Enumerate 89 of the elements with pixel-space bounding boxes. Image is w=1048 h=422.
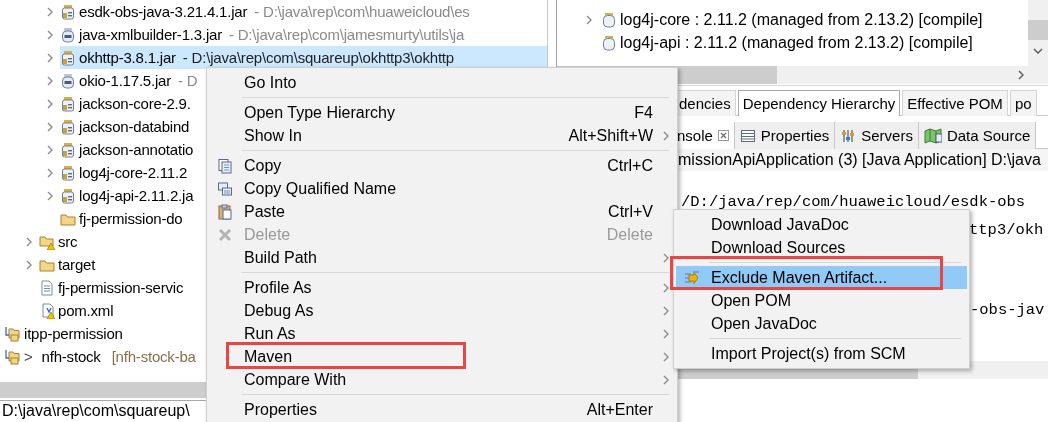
tree-item[interactable]: okhttp-3.8.1.jar - D:\java\rep\com\squareup\okhttp3\okhttp (60, 46, 547, 69)
tree-item[interactable]: jackson-databind (60, 115, 193, 138)
project-icon (5, 325, 21, 342)
tree-item[interactable]: log4j-api : 2.11.2 (managed from 2.13.2) [compile] (602, 32, 973, 53)
menu-item[interactable]: Open POM (676, 289, 967, 312)
sliders-icon (840, 127, 857, 144)
tree-item[interactable]: java-xmlbuilder-1.3.jar - D:\java\rep\com\jamesmurty\utils\ja (60, 23, 468, 46)
menu-item[interactable]: Compare With (209, 368, 675, 391)
delete-icon (217, 226, 233, 243)
menu-item[interactable]: Paste Ctrl+V (209, 200, 675, 223)
console-text: ttp3/okh (969, 221, 1044, 239)
chevron-icon[interactable] (662, 251, 670, 264)
map-icon (923, 127, 942, 144)
chevron-icon[interactable] (25, 235, 33, 248)
menu-item[interactable]: Maven (209, 345, 675, 368)
menu-item[interactable]: Import Project(s) from SCM (676, 342, 967, 365)
menu-item[interactable]: Show In Alt+Shift+W (209, 124, 675, 147)
tab[interactable]: po (1009, 90, 1037, 116)
tree-item[interactable]: pom.xml (39, 299, 117, 322)
chevron-icon[interactable] (662, 281, 670, 294)
arrow-icon (684, 269, 700, 286)
file-icon (39, 279, 55, 296)
copy-icon (217, 180, 233, 197)
copy-icon (217, 157, 233, 174)
menu-item[interactable]: Profile As (209, 276, 675, 299)
tab[interactable]: Servers (835, 122, 919, 149)
menu-item[interactable]: Exclude Maven Artifact... (676, 266, 967, 289)
tab[interactable]: Effective POM (902, 90, 1008, 116)
vertical-scrollbar[interactable] (1028, 0, 1048, 66)
menu-item[interactable]: Go Into (209, 71, 675, 94)
jar-icon (60, 49, 76, 66)
tree-item[interactable]: log4j-api-2.11.2.ja (60, 184, 197, 207)
chevron-icon[interactable] (46, 97, 54, 110)
menu-item[interactable]: Run As (209, 322, 675, 345)
menu-item[interactable]: Download JavaDoc (676, 213, 967, 236)
tree-item[interactable]: log4j-core : 2.11.2 (managed from 2.13.2) [compile] (602, 9, 983, 30)
console-text: /D:/java/rep/com/huaweicloud/esdk-obs (681, 193, 1026, 211)
menu-item[interactable]: Build Path (209, 246, 675, 269)
jar-icon (60, 72, 76, 89)
jar-icon (602, 34, 616, 51)
tab[interactable]: Dependency Hierarchy (737, 90, 901, 116)
jar-icon (60, 164, 76, 181)
close-icon[interactable] (717, 130, 729, 141)
tree-item[interactable]: fj-permission-servic (39, 276, 187, 299)
chevron-icon[interactable] (662, 327, 670, 340)
tab[interactable]: Data Source (918, 122, 1037, 149)
table-icon (739, 127, 756, 144)
console-text: -obs-jav (970, 301, 1045, 319)
jar-icon (60, 3, 76, 20)
project-icon (5, 348, 21, 365)
tree-item[interactable]: esdk-obs-java-3.21.4.1.jar - D:\java\rep\com\huaweicloud\es (60, 0, 473, 23)
folder-warning-icon (39, 233, 55, 250)
jar-icon (602, 11, 616, 28)
tree-item[interactable]: > nfh-stock [nfh-stock-ba (5, 345, 199, 368)
chevron-icon[interactable] (46, 74, 54, 87)
tree-item[interactable]: itpp-permission (5, 322, 126, 345)
menu-item[interactable]: Open JavaDoc (676, 312, 967, 335)
jar-icon (60, 95, 76, 112)
chevron-icon[interactable] (662, 350, 670, 363)
tree-item[interactable]: okio-1.17.5.jar - D (60, 69, 201, 92)
menu-item[interactable]: Copy Qualified Name (209, 177, 675, 200)
tree-item[interactable]: target (39, 253, 99, 276)
chevron-icon[interactable] (585, 13, 593, 26)
chevron-icon[interactable] (46, 28, 54, 41)
xml-file-warning-icon (39, 302, 55, 319)
chevron-icon[interactable] (662, 304, 670, 317)
tree-item[interactable]: src (39, 230, 81, 253)
tree-item[interactable]: jackson-annotatio (60, 138, 197, 161)
chevron-icon[interactable] (46, 5, 54, 18)
tree-item[interactable]: log4j-core-2.11.2 (60, 161, 191, 184)
paste-icon (217, 203, 233, 220)
jar-icon (60, 187, 76, 204)
chevron-icon[interactable] (46, 120, 54, 133)
chevron-icon[interactable] (46, 189, 54, 202)
menu-item[interactable]: Download Sources (676, 236, 967, 259)
chevron-icon[interactable] (46, 51, 54, 64)
chevron-icon[interactable] (46, 143, 54, 156)
jar-icon (60, 118, 76, 135)
tab[interactable]: Properties (734, 122, 836, 149)
chevron-icon[interactable] (662, 129, 670, 142)
chevron-icon[interactable] (662, 373, 670, 386)
tree-item[interactable]: jackson-core-2.9. (60, 92, 194, 115)
chevron-icon[interactable] (25, 258, 33, 271)
chevron-icon[interactable] (46, 166, 54, 179)
jar-icon (60, 26, 76, 43)
jar-icon (60, 141, 76, 158)
menu-item[interactable]: Debug As (209, 299, 675, 322)
menu-item[interactable]: Open Type Hierarchy F4 (209, 101, 675, 124)
tree-item[interactable]: fj-permission-do (60, 207, 186, 230)
